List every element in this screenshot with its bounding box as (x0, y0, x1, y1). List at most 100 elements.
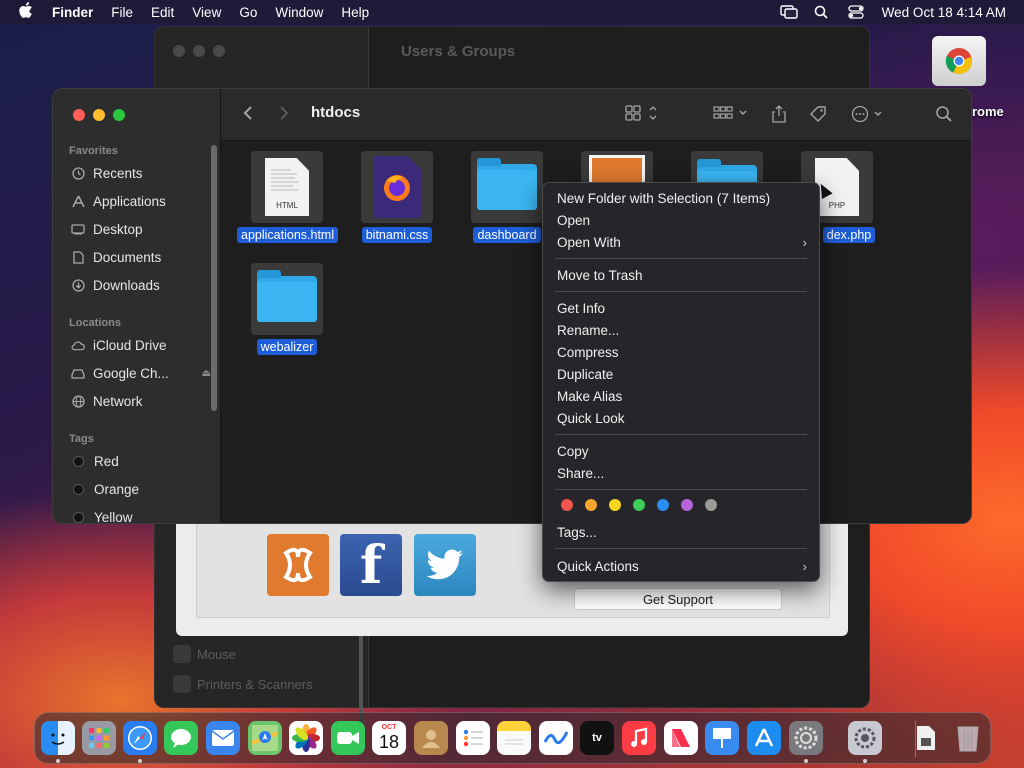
downloads-stack-dock-icon[interactable] (909, 721, 943, 755)
tag-color-yellow[interactable] (609, 499, 621, 511)
safari-dock-icon[interactable] (123, 721, 157, 755)
menu-item-quick-look[interactable]: Quick Look (557, 408, 807, 428)
search-icon[interactable] (935, 105, 953, 128)
sidebar-scrollbar[interactable] (211, 145, 217, 411)
sidebar-item-downloads[interactable]: Downloads (71, 278, 211, 293)
group-by-button[interactable] (713, 105, 749, 126)
globe-icon (71, 395, 85, 409)
messages-dock-icon[interactable] (164, 721, 198, 755)
menu-file[interactable]: File (102, 5, 142, 20)
menu-edit[interactable]: Edit (142, 5, 183, 20)
sidebar-tag-orange[interactable]: Orange (71, 482, 211, 497)
folder-title: htdocs (311, 104, 361, 121)
freeform-dock-icon[interactable] (539, 721, 573, 755)
menu-item-tags[interactable]: Tags... (557, 522, 807, 542)
xampp-manager-dock-icon[interactable] (848, 721, 882, 755)
tag-dot-icon (73, 512, 84, 523)
tag-color-green[interactable] (633, 499, 645, 511)
get-support-button[interactable]: Get Support (574, 588, 782, 610)
menu-item-quick-actions[interactable]: Quick Actions › (557, 556, 807, 576)
sidebar-item-google-chrome-disk[interactable]: Google Ch... ⏏ (71, 366, 211, 381)
launchpad-dock-icon[interactable] (82, 721, 116, 755)
favorites-header: Favorites (69, 145, 118, 157)
eject-icon[interactable]: ⏏ (202, 368, 211, 379)
sidebar-item-applications[interactable]: Applications (71, 194, 211, 209)
menu-item-share[interactable]: Share... (557, 463, 807, 483)
tag-icon[interactable] (809, 105, 827, 128)
file-item[interactable]: bitnami.css (347, 151, 447, 244)
dock: OCT 18 tv (34, 712, 991, 764)
chrome-desktop-icon[interactable] (932, 36, 986, 94)
calendar-dock-icon[interactable]: OCT 18 (372, 721, 406, 755)
menu-finder[interactable]: Finder (52, 5, 102, 20)
control-center-icon[interactable] (848, 5, 864, 19)
forward-button[interactable] (279, 105, 289, 126)
photos-dock-icon[interactable] (289, 721, 323, 755)
contacts-dock-icon[interactable] (414, 721, 448, 755)
menu-item-compress[interactable]: Compress (557, 342, 807, 362)
finder-window[interactable]: Favorites Recents Applications Desktop D… (52, 88, 972, 524)
icon-view-button[interactable] (625, 105, 659, 126)
close-button[interactable] (73, 109, 85, 121)
menu-item-copy[interactable]: Copy (557, 441, 807, 461)
facebook-logo-icon[interactable]: f (340, 534, 402, 596)
menu-item-open-with[interactable]: Open With › (557, 232, 807, 252)
chevron-right-icon: › (802, 558, 807, 574)
tag-color-gray[interactable] (705, 499, 717, 511)
file-item[interactable]: webalizer (237, 263, 337, 356)
sidebar-item-documents[interactable]: Documents (71, 250, 211, 265)
printer-icon (173, 675, 191, 693)
reminders-dock-icon[interactable] (456, 721, 490, 755)
spotlight-search-icon[interactable] (814, 5, 830, 19)
tag-color-red[interactable] (561, 499, 573, 511)
background-sidebar-item-printers[interactable]: Printers & Scanners (173, 675, 313, 693)
twitter-logo-icon[interactable] (414, 534, 476, 596)
zoom-button[interactable] (113, 109, 125, 121)
file-item[interactable]: HTML applications.html (237, 151, 339, 244)
menu-item-new-folder-with-selection[interactable]: New Folder with Selection (7 Items) (557, 188, 807, 208)
share-icon[interactable] (771, 105, 787, 128)
sidebar-item-recents[interactable]: Recents (71, 166, 211, 181)
menu-go[interactable]: Go (230, 5, 266, 20)
apple-menu-icon[interactable] (0, 2, 52, 22)
facetime-dock-icon[interactable] (331, 721, 365, 755)
sidebar-item-icloud-drive[interactable]: iCloud Drive (71, 338, 211, 353)
tag-color-purple[interactable] (681, 499, 693, 511)
news-dock-icon[interactable] (664, 721, 698, 755)
app-store-dock-icon[interactable] (747, 721, 781, 755)
xampp-logo-icon[interactable] (267, 534, 329, 596)
menu-item-open[interactable]: Open (557, 210, 807, 230)
menu-clock[interactable]: Wed Oct 18 4:14 AM (882, 5, 1006, 20)
more-actions-button[interactable] (851, 105, 885, 128)
menu-item-get-info[interactable]: Get Info (557, 298, 807, 318)
menu-help[interactable]: Help (332, 5, 378, 20)
folder-icon (251, 263, 323, 335)
sidebar-item-network[interactable]: Network (71, 394, 211, 409)
menu-item-make-alias[interactable]: Make Alias (557, 386, 807, 406)
chevron-right-icon: › (802, 234, 807, 250)
back-button[interactable] (243, 105, 253, 126)
system-settings-dock-icon[interactable] (789, 721, 823, 755)
notes-dock-icon[interactable] (497, 721, 531, 755)
sidebar-tag-red[interactable]: Red (71, 454, 211, 469)
tag-color-orange[interactable] (585, 499, 597, 511)
music-dock-icon[interactable] (622, 721, 656, 755)
chrome-desktop-label[interactable]: rome (972, 104, 1004, 119)
sidebar-item-desktop[interactable]: Desktop (71, 222, 211, 237)
menu-item-rename[interactable]: Rename... (557, 320, 807, 340)
background-sidebar-item-mouse[interactable]: Mouse (173, 645, 236, 663)
tag-color-blue[interactable] (657, 499, 669, 511)
menu-item-move-to-trash[interactable]: Move to Trash (557, 265, 807, 285)
mail-dock-icon[interactable] (206, 721, 240, 755)
trash-dock-icon[interactable] (951, 721, 985, 755)
apple-tv-dock-icon[interactable]: tv (580, 721, 614, 755)
menu-item-duplicate[interactable]: Duplicate (557, 364, 807, 384)
sidebar-tag-yellow[interactable]: Yellow (71, 510, 211, 523)
minimize-button[interactable] (93, 109, 105, 121)
menu-view[interactable]: View (183, 5, 230, 20)
maps-dock-icon[interactable] (248, 721, 282, 755)
finder-dock-icon[interactable] (41, 721, 75, 755)
menu-window[interactable]: Window (266, 5, 332, 20)
screen-mirroring-icon[interactable] (779, 5, 798, 19)
keynote-dock-icon[interactable] (705, 721, 739, 755)
